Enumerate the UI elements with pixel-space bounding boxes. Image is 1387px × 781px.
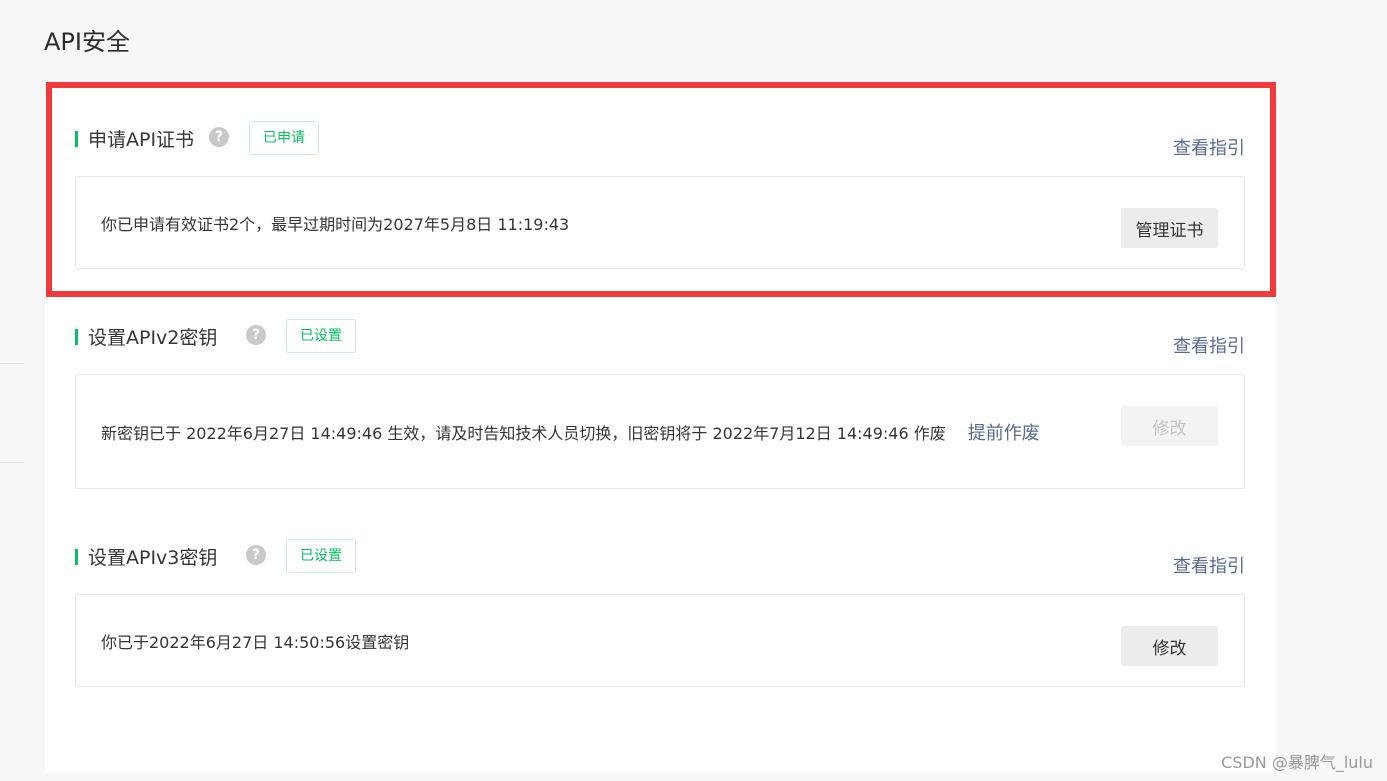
- section-apiv3-key: 设置APIv3密钥 ? 已设置 查看指引 你已于2022年6月27日 14:50…: [75, 539, 1245, 687]
- question-mark-icon[interactable]: ?: [246, 545, 266, 565]
- key-status-description: 新密钥已于 2022年6月27日 14:49:46 生效，请及时告知技术人员切换…: [101, 424, 946, 443]
- section-apiv2-key: 设置APIv2密钥 ? 已设置 查看指引 新密钥已于 2022年6月27日 14…: [75, 319, 1245, 489]
- section-header: 设置APIv3密钥 ? 已设置 查看指引: [75, 539, 1245, 578]
- status-badge: 已申请: [249, 121, 319, 155]
- watermark: CSDN @暴脾气_lulu: [1221, 753, 1373, 772]
- settings-card: 申请API证书 ? 已申请 查看指引 你已申请有效证书2个，最早过期时间为202…: [45, 83, 1276, 773]
- section-title: 设置APIv3密钥: [88, 547, 218, 569]
- section-content-box: 新密钥已于 2022年6月27日 14:49:46 生效，请及时告知技术人员切换…: [75, 374, 1245, 489]
- status-badge: 已设置: [286, 539, 356, 573]
- question-mark-icon[interactable]: ?: [209, 127, 229, 147]
- view-guide-link[interactable]: 查看指引: [1173, 134, 1245, 160]
- question-mark-icon[interactable]: ?: [246, 325, 266, 345]
- section-content-box: 你已申请有效证书2个，最早过期时间为2027年5月8日 11:19:43 管理证…: [75, 176, 1245, 269]
- left-divider: [0, 462, 24, 463]
- section-title: 申请API证书: [88, 129, 195, 151]
- key-status-text: 新密钥已于 2022年6月27日 14:49:46 生效，请及时告知技术人员切换…: [101, 419, 1040, 445]
- section-api-certificate: 申请API证书 ? 已申请 查看指引 你已申请有效证书2个，最早过期时间为202…: [75, 121, 1245, 269]
- page-title: API安全: [44, 28, 130, 56]
- view-guide-link[interactable]: 查看指引: [1173, 332, 1245, 358]
- key-status-text: 你已于2022年6月27日 14:50:56设置密钥: [101, 633, 410, 652]
- view-guide-link[interactable]: 查看指引: [1173, 552, 1245, 578]
- section-content-box: 你已于2022年6月27日 14:50:56设置密钥 修改: [75, 594, 1245, 687]
- section-header: 设置APIv2密钥 ? 已设置 查看指引: [75, 319, 1245, 358]
- left-divider: [0, 363, 24, 364]
- revoke-early-link[interactable]: 提前作废: [968, 423, 1040, 444]
- section-accent-bar: [75, 549, 78, 565]
- certificate-status-text: 你已申请有效证书2个，最早过期时间为2027年5月8日 11:19:43: [101, 215, 570, 234]
- section-accent-bar: [75, 329, 78, 345]
- section-accent-bar: [75, 131, 78, 147]
- modify-apiv3-button[interactable]: 修改: [1121, 626, 1218, 666]
- status-badge: 已设置: [286, 319, 356, 353]
- section-header: 申请API证书 ? 已申请 查看指引: [75, 121, 1245, 160]
- section-title: 设置APIv2密钥: [88, 327, 218, 349]
- modify-apiv2-button[interactable]: 修改: [1121, 406, 1218, 446]
- manage-certificate-button[interactable]: 管理证书: [1121, 208, 1218, 248]
